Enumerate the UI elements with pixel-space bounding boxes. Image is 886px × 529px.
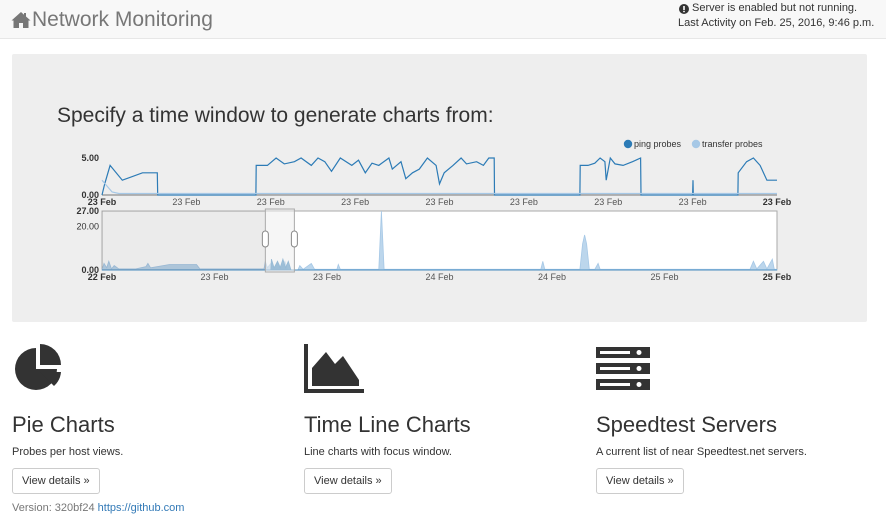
brush-handle-right[interactable] — [290, 230, 298, 248]
focus-x-tick-label: 23 Feb — [679, 197, 707, 207]
version-text: Version: 320bf24 — [12, 502, 95, 514]
view-details-button[interactable]: View details » — [304, 468, 392, 494]
legend-ping-label: ping probes — [634, 139, 682, 149]
exclamation-circle-icon — [679, 3, 689, 14]
server-status: Server is enabled but not running. Last … — [678, 1, 874, 31]
brush-selection[interactable] — [264, 208, 295, 273]
home-icon — [11, 12, 31, 28]
pie-chart-icon — [15, 344, 61, 390]
navbar: Network Monitoring Server is enabled but… — [0, 0, 886, 39]
feature-description: Probes per host views. — [12, 446, 124, 458]
brush-handle-left[interactable] — [261, 230, 269, 248]
status-text: Server is enabled but not running. — [692, 2, 858, 14]
focus-x-tick-label: 23 Feb — [341, 197, 369, 207]
legend-ping-marker — [623, 139, 633, 149]
area-chart-icon — [304, 344, 364, 393]
feature-title: Time Line Charts — [304, 412, 471, 437]
server-stack-icon — [596, 347, 650, 390]
feature-description: Line charts with focus window. — [304, 446, 452, 458]
brand-link[interactable]: Network Monitoring — [11, 8, 213, 32]
focus-x-tick-label: 23 Feb — [425, 197, 453, 207]
time-window-charts[interactable]: 5.000.0023 Feb 23 Feb 23 Feb 23 Feb 23 Feb 23… — [12, 54, 867, 322]
footer: Version: 320bf24 https://github.com — [12, 502, 184, 514]
focus-x-tick-label: 23 Feb — [594, 197, 622, 207]
context-x-tick-label: 22 Feb — [88, 272, 117, 282]
feature-title: Speedtest Servers — [596, 412, 777, 437]
feature-title: Pie Charts — [12, 412, 115, 437]
legend-transfer-label: transfer probes — [702, 139, 763, 149]
context-y-tick-label: 20.00 — [76, 221, 99, 231]
context-x-tick-label: 25 Feb — [763, 272, 792, 282]
context-x-tick-label: 25 Feb — [650, 272, 678, 282]
focus-x-tick-label: 23 Feb — [510, 197, 538, 207]
focus-x-tick-label: 23 Feb — [172, 197, 200, 207]
context-x-tick-label: 23 Feb — [313, 272, 341, 282]
last-activity-text: Last Activity on Feb. 25, 2016, 9:46 p.m… — [678, 17, 875, 29]
context-x-tick-label: 24 Feb — [425, 272, 453, 282]
brand-title: Network Monitoring — [32, 8, 213, 31]
context-y-tick-label: 27.00 — [76, 206, 99, 216]
focus-x-tick-label: 23 Feb — [257, 197, 285, 207]
view-details-button[interactable]: View details » — [12, 468, 100, 494]
context-x-tick-label: 23 Feb — [200, 272, 228, 282]
ping-probes-line — [101, 156, 777, 196]
view-details-button[interactable]: View details » — [596, 468, 684, 494]
context-mask-right — [294, 211, 777, 270]
context-x-tick-label: 24 Feb — [538, 272, 566, 282]
focus-x-tick-label: 23 Feb — [763, 197, 792, 207]
feature-description: A current list of near Speedtest.net ser… — [596, 446, 807, 458]
time-window-panel: Specify a time window to generate charts… — [12, 54, 867, 322]
context-mask-left — [102, 211, 266, 270]
github-link[interactable]: https://github.com — [98, 502, 185, 514]
legend-transfer-marker — [691, 139, 701, 149]
focus-y-tick-label: 5.00 — [81, 153, 99, 163]
